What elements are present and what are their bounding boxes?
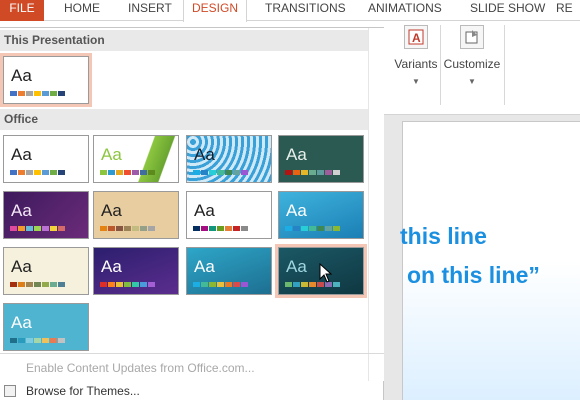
variants-label: Variants [394,57,438,71]
color-swatches [10,226,65,231]
slide-text-line-1[interactable]: this line [400,223,487,250]
tab-file[interactable]: FILE [0,0,44,21]
variants-icon: A [404,25,428,49]
chevron-down-icon: ▼ [412,77,420,86]
tab-slide-show[interactable]: SLIDE SHOW [470,0,545,21]
theme-thumb-text: Aa [101,201,122,220]
customize-icon [460,25,484,49]
theme-thumb-text: Aa [11,201,32,220]
browse-for-themes-item[interactable]: Browse for Themes... [0,380,384,400]
theme-thumb-frame[interactable]: Aa [3,303,89,351]
chevron-down-icon: ▼ [468,77,476,86]
color-swatches [100,282,155,287]
color-swatches [10,91,65,96]
theme-thumb-text: Aa [11,66,32,85]
mouse-pointer-icon [319,263,333,283]
themes-gallery: This Presentation Aa Office Aa Aa Aa Aa … [0,27,384,400]
color-swatches [193,170,248,175]
tab-insert[interactable]: INSERT [128,0,172,21]
theme-thumb-current[interactable]: Aa [0,53,92,107]
theme-thumb-text: Aa [101,257,122,276]
theme-thumb-vapor-trail[interactable]: Aa [93,247,179,295]
theme-thumb-text: Aa [101,145,122,164]
section-header-office: Office [0,109,368,130]
slide-canvas: this line on this line” [384,115,580,400]
tab-transitions[interactable]: TRANSITIONS [265,0,346,21]
customize-button[interactable]: Customize ▼ [442,21,502,86]
color-swatches [100,170,155,175]
ribbon-separator [504,25,505,105]
section-header-this-presentation: This Presentation [0,30,368,51]
tab-animations[interactable]: ANIMATIONS [368,0,442,21]
theme-thumb-wisp[interactable]: Aa [278,191,364,239]
theme-thumb-integral[interactable]: Aa [186,135,272,183]
color-swatches [193,226,248,231]
ribbon-separator [440,25,441,105]
theme-thumb-text: Aa [286,145,307,164]
theme-thumb-text: Aa [194,201,215,220]
color-swatches [100,226,155,231]
tab-design[interactable]: DESIGN [183,0,247,22]
theme-thumb-organic[interactable]: Aa [3,191,89,239]
theme-thumb-slice[interactable]: Aa [186,191,272,239]
color-swatches [10,338,65,343]
theme-thumb-facet[interactable]: Aa [93,135,179,183]
theme-thumb-retrospect[interactable]: Aa [93,191,179,239]
color-swatches [285,170,340,175]
color-swatches [10,170,65,175]
color-swatches [10,282,65,287]
gallery-scrollbar[interactable] [368,28,384,381]
variants-button[interactable]: A Variants ▼ [392,21,440,86]
color-swatches [193,282,248,287]
tab-home[interactable]: HOME [64,0,100,21]
theme-thumb-text: Aa [11,145,32,164]
theme-thumb-text: Aa [286,257,307,276]
folder-icon [4,385,16,397]
theme-thumb-office[interactable]: Aa [3,135,89,183]
svg-text:A: A [412,31,421,45]
theme-thumb-text: Aa [194,145,215,164]
color-swatches [285,226,340,231]
slide-text-line-2[interactable]: on this line” [407,262,540,289]
customize-label: Customize [443,57,501,71]
theme-thumb-ion-boardroom[interactable]: Aa [278,135,364,183]
menu-divider [0,353,384,354]
theme-thumb-text: Aa [11,257,32,276]
theme-thumb-savon[interactable]: Aa [186,247,272,295]
theme-thumb-text: Aa [11,313,32,332]
ribbon-body: A Variants ▼ Customize ▼ [384,21,580,115]
enable-content-updates-item: Enable Content Updates from Office.com..… [26,361,255,375]
slide[interactable]: this line on this line” [400,121,580,400]
tab-review[interactable]: RE [556,0,573,21]
theme-thumb-text: Aa [286,201,307,220]
ribbon-tab-bar: FILE HOME INSERT DESIGN TRANSITIONS ANIM… [0,0,580,22]
browse-for-themes-label: Browse for Themes... [26,384,140,398]
theme-thumb-ion[interactable]: Aa [3,247,89,295]
theme-thumb-text: Aa [194,257,215,276]
